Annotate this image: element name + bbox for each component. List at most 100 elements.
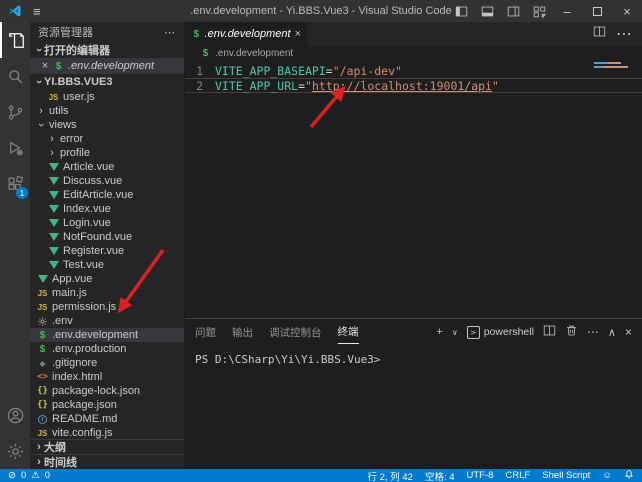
code-editor[interactable]: 1 VITE_APP_BASEAPI="/api-dev" 2 VITE_APP… [185, 61, 642, 318]
tree-item-Discuss.vue[interactable]: Discuss.vue [30, 174, 184, 188]
tree-item-package.json[interactable]: {}package.json [30, 398, 184, 412]
chevron-right-icon: › [47, 147, 57, 159]
tree-item-.gitignore[interactable]: ◆.gitignore [30, 356, 184, 370]
json-file-icon: {} [36, 400, 49, 410]
tree-item-NotFound.vue[interactable]: NotFound.vue [30, 230, 184, 244]
project-root-section[interactable]: › YI.BBS.VUE3 [30, 74, 184, 90]
vue-file-icon [47, 163, 60, 171]
close-editor-icon[interactable]: × [38, 60, 52, 72]
cursor-position[interactable]: 行 2, 列 42 [368, 469, 413, 482]
tree-item-index.html[interactable]: <>index.html [30, 370, 184, 384]
vue-file-icon [47, 233, 60, 241]
extensions-icon[interactable]: 1 [0, 166, 30, 202]
bottom-panel: 问题 输出 调试控制台 终端 + ∨ > powershell [185, 318, 642, 469]
maximize-button[interactable] [582, 0, 612, 22]
maximize-panel-icon[interactable]: ∧ [608, 326, 616, 339]
menu-hamburger-icon[interactable]: ≡ [33, 4, 41, 19]
url-link[interactable]: http://localhost:19001/api [312, 79, 492, 93]
json-file-icon: {} [36, 386, 49, 396]
tab-debug-console[interactable]: 调试控制台 [269, 321, 322, 344]
minimize-button[interactable]: – [552, 0, 582, 22]
vue-file-icon [47, 191, 60, 199]
explorer-icon[interactable] [0, 22, 30, 58]
shell-selector[interactable]: > powershell [467, 326, 534, 339]
minimap[interactable] [594, 62, 628, 68]
breadcrumb[interactable]: $ .env.development [185, 46, 642, 61]
toggle-sidebar-icon[interactable] [448, 0, 474, 22]
editor-more-actions-icon[interactable]: ⋯ [616, 24, 632, 44]
close-panel-icon[interactable]: × [625, 325, 632, 339]
tree-item-Test.vue[interactable]: Test.vue [30, 258, 184, 272]
split-editor-icon[interactable] [593, 25, 606, 43]
tree-item-README.md[interactable]: iREADME.md [30, 412, 184, 426]
js-file-icon: JS [47, 93, 60, 102]
open-editor-item[interactable]: × $ .env.development [30, 58, 184, 74]
tree-item-main.js[interactable]: JSmain.js [30, 286, 184, 300]
js-file-icon: JS [36, 429, 49, 438]
vue-file-icon [47, 205, 60, 213]
terminal-content[interactable]: PS D:\CSharp\Yi\Yi.BBS.Vue3> [185, 345, 642, 469]
timeline-section[interactable]: › 时间线 [30, 454, 184, 469]
tree-item-Register.vue[interactable]: Register.vue [30, 244, 184, 258]
tab-terminal[interactable]: 终端 [338, 320, 359, 344]
customize-layout-icon[interactable] [526, 0, 552, 22]
tree-item-Login.vue[interactable]: Login.vue [30, 216, 184, 230]
tree-item-Article.vue[interactable]: Article.vue [30, 160, 184, 174]
tree-folder-views[interactable]: ›views [30, 118, 184, 132]
env-file-icon: $ [52, 61, 65, 72]
explorer-more-actions-icon[interactable]: ⋯ [164, 26, 176, 39]
tree-item-EditArticle.vue[interactable]: EditArticle.vue [30, 188, 184, 202]
tree-item-permission.js[interactable]: JSpermission.js [30, 300, 184, 314]
readme-file-icon: i [38, 415, 47, 424]
run-debug-icon[interactable] [0, 130, 30, 166]
sidebar-title: 资源管理器 [38, 24, 93, 40]
outline-section[interactable]: › 大纲 [30, 439, 184, 454]
close-button[interactable]: × [612, 0, 642, 22]
account-icon[interactable] [0, 397, 30, 433]
new-terminal-icon[interactable]: + [436, 326, 442, 338]
search-icon[interactable] [0, 58, 30, 94]
language-mode[interactable]: Shell Script [542, 470, 590, 481]
split-terminal-icon[interactable] [543, 324, 556, 340]
indentation-status[interactable]: 空格: 4 [425, 469, 455, 482]
tree-item-package-lock.json[interactable]: {}package-lock.json [30, 384, 184, 398]
settings-gear-icon[interactable] [0, 433, 30, 469]
env-file-icon: $ [36, 344, 49, 355]
vscode-window: ≡ .env.development - Yi.BBS.Vue3 - Visua… [0, 0, 642, 482]
source-control-icon[interactable] [0, 94, 30, 130]
tree-item-.env.production[interactable]: $.env.production [30, 342, 184, 356]
tab-output[interactable]: 输出 [232, 321, 253, 344]
gitignore-file-icon: ◆ [36, 359, 49, 368]
warnings-icon: ⚠ [31, 470, 40, 481]
toggle-secondary-sidebar-icon[interactable] [500, 0, 526, 22]
tab-close-icon[interactable]: × [295, 28, 301, 40]
tree-item-App.vue[interactable]: App.vue [30, 272, 184, 286]
terminal-dropdown-icon[interactable]: ∨ [452, 328, 458, 337]
problems-status[interactable]: ⊘ 0 ⚠ 0 [8, 470, 50, 481]
tree-item-vite.config.js[interactable]: JSvite.config.js [30, 426, 184, 439]
tree-folder-error[interactable]: ›error [30, 132, 184, 146]
chevron-down-icon: › [33, 45, 45, 55]
tree-item-.env.development[interactable]: $.env.development [30, 328, 184, 342]
editor-area: $ .env.development × ⋯ $ .env.developmen… [185, 22, 642, 469]
tab-env-development[interactable]: $ .env.development × [185, 22, 307, 46]
line-number: 2 [185, 79, 215, 93]
errors-icon: ⊘ [8, 470, 16, 481]
tree-item-user.js[interactable]: JSuser.js [30, 90, 184, 104]
tree-item-.env[interactable]: .env [30, 314, 184, 328]
tree-folder-profile[interactable]: ›profile [30, 146, 184, 160]
toggle-panel-icon[interactable] [474, 0, 500, 22]
panel-more-actions-icon[interactable]: ⋯ [587, 325, 599, 339]
open-editors-section[interactable]: › 打开的编辑器 [30, 42, 184, 58]
eol-status[interactable]: CRLF [505, 470, 530, 481]
html-file-icon: <> [36, 372, 49, 382]
encoding-status[interactable]: UTF-8 [467, 470, 494, 481]
tree-item-Index.vue[interactable]: Index.vue [30, 202, 184, 216]
chevron-right-icon: › [34, 441, 44, 453]
extensions-badge: 1 [16, 187, 28, 199]
tree-folder-utils[interactable]: ›utils [30, 104, 184, 118]
feedback-smiley-icon[interactable]: ☺ [602, 470, 612, 481]
tab-problems[interactable]: 问题 [195, 321, 216, 344]
kill-terminal-icon[interactable] [565, 324, 578, 340]
notifications-bell-icon[interactable] [624, 469, 634, 482]
